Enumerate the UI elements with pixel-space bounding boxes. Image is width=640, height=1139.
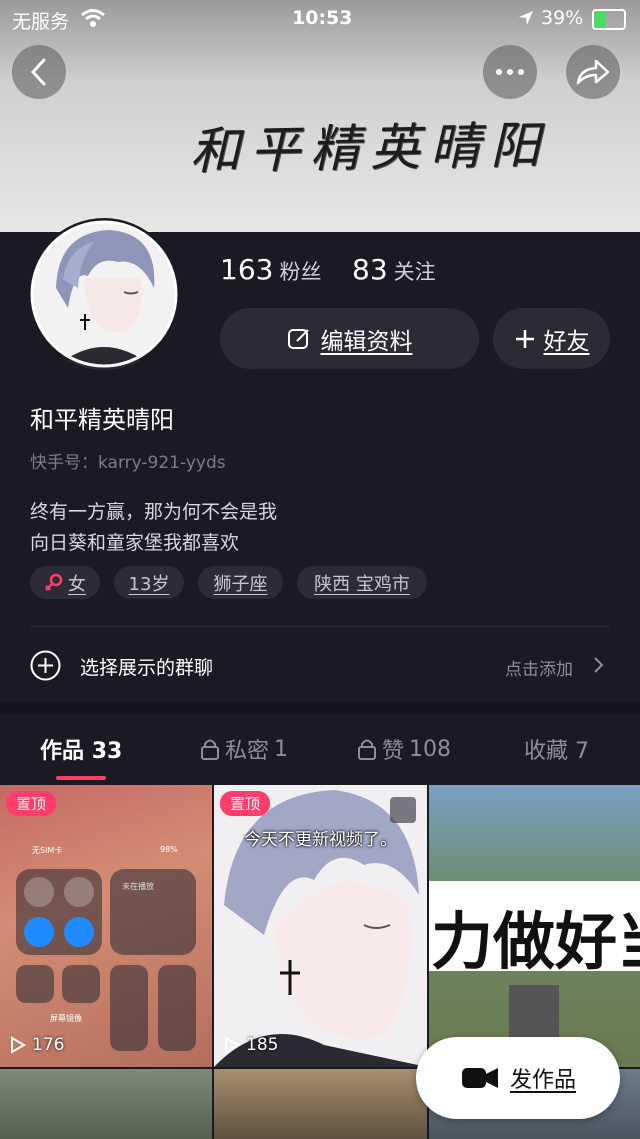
battery-icon (592, 9, 626, 30)
tab-likes-label: 赞 (382, 739, 405, 764)
following-label: 关注 (393, 260, 436, 284)
publish-button[interactable]: 发作品 (416, 1037, 620, 1119)
tab-likes[interactable]: 赞 108 (357, 733, 451, 765)
lock-icon (201, 739, 219, 760)
video-caption: 今天不更新视频了。 (244, 830, 397, 850)
video-thumb-2[interactable]: 今天不更新视频了。 置顶 185 (214, 785, 427, 1067)
divider (30, 626, 610, 627)
play-count-value: 185 (246, 1035, 279, 1055)
video-thumb-4[interactable] (0, 1069, 212, 1139)
battery-percent: 39% (541, 7, 584, 29)
fans-stat[interactable]: 163 粉丝 (220, 253, 321, 286)
tab-private-label: 私密 (225, 739, 270, 764)
active-tab-indicator (56, 776, 106, 780)
edit-profile-button[interactable]: 编辑资料 (220, 308, 479, 369)
play-count-value: 176 (32, 1035, 65, 1055)
group-chat-label: 选择展示的群聊 (80, 657, 214, 679)
tab-works-count: 33 (91, 739, 123, 764)
group-chat-row[interactable]: 选择展示的群聊 点击添加 (30, 646, 610, 684)
tab-private-count: 1 (274, 736, 289, 762)
thumb-music-panel: 未在播放 (110, 869, 196, 955)
add-friend-button[interactable]: 好友 (493, 308, 610, 369)
more-icon (496, 69, 524, 75)
gender-tag[interactable]: 女 (30, 566, 100, 599)
camera-icon (461, 1068, 498, 1088)
tab-favorites-count: 7 (575, 739, 590, 764)
wifi-icon (81, 9, 105, 27)
video-caption: 力做好当 (431, 905, 640, 978)
location-tag[interactable]: 陕西 宝鸡市 (297, 566, 427, 599)
zodiac-tag[interactable]: 狮子座 (198, 566, 283, 599)
thumb-status-text: 无SIM卡 (32, 846, 63, 855)
kuaishou-id[interactable]: 快手号：karry-921-yyds (30, 448, 226, 473)
bio-line-2: 向日葵和童家堡我都喜欢 (30, 532, 240, 554)
play-count: 185 (224, 1035, 278, 1055)
avatar[interactable] (28, 218, 180, 370)
tab-favorites[interactable]: 收藏 7 (524, 733, 589, 765)
add-friend-label: 好友 (543, 328, 590, 355)
edit-icon (287, 328, 309, 349)
video-thumb-5[interactable] (214, 1069, 427, 1139)
tab-works[interactable]: 作品 33 (40, 733, 122, 765)
fans-count: 163 (220, 253, 274, 286)
pinned-badge: 置顶 (6, 791, 57, 816)
video-thumb-3[interactable]: 力做好当 (429, 785, 640, 1067)
female-icon (45, 573, 63, 591)
more-button[interactable] (483, 45, 537, 99)
plus-icon (515, 329, 534, 348)
video-thumb-1[interactable]: 无SIM卡 98% 未在播放 屏幕镜像 置顶 176 (0, 785, 212, 1067)
publish-label: 发作品 (509, 1068, 576, 1093)
gender-label: 女 (68, 573, 86, 595)
section-separator (0, 702, 640, 714)
tab-likes-count: 108 (409, 736, 452, 762)
fans-label: 粉丝 (279, 260, 322, 284)
thumb-now-playing: 未在播放 (122, 882, 154, 891)
thumb-control-panel (16, 869, 102, 955)
lock-icon (358, 739, 376, 760)
share-icon (576, 59, 610, 85)
tab-private[interactable]: 私密 1 (200, 733, 288, 765)
age-tag[interactable]: 13岁 (114, 566, 184, 599)
back-button[interactable] (12, 45, 66, 99)
thumb-mirror-text: 屏幕镜像 (50, 1014, 82, 1023)
status-time: 10:53 (292, 7, 353, 29)
chevron-left-icon (30, 58, 46, 86)
image-type-icon (390, 797, 416, 823)
avatar-image (30, 220, 178, 370)
tab-works-label: 作品 (40, 739, 85, 764)
profile-banner[interactable]: 和平精英晴阳 (0, 0, 640, 232)
profile-name: 和平精英晴阳 (30, 406, 174, 434)
following-count: 83 (352, 253, 388, 286)
play-icon (11, 1036, 26, 1054)
add-circle-icon (30, 650, 61, 681)
carrier-label: 无服务 (12, 11, 70, 33)
banner-text: 和平精英晴阳 (189, 116, 551, 181)
thumb-battery-text: 98% (160, 845, 178, 854)
tab-favorites-label: 收藏 (524, 739, 569, 764)
chevron-right-icon (594, 657, 604, 673)
play-icon (225, 1036, 240, 1054)
bio-line-1: 终有一方赢，那为何不会是我 (30, 501, 278, 523)
edit-profile-label: 编辑资料 (320, 328, 413, 355)
following-stat[interactable]: 83 关注 (352, 253, 436, 286)
pinned-badge: 置顶 (220, 791, 271, 816)
location-arrow-icon (519, 11, 533, 25)
play-count: 176 (10, 1035, 64, 1055)
group-chat-add-action: 点击添加 (505, 660, 573, 680)
share-button[interactable] (566, 45, 620, 99)
